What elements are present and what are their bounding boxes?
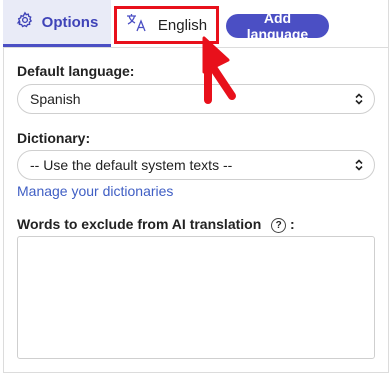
dictionary-value: -- Use the default system texts --: [30, 157, 233, 173]
exclude-words-text: Words to exclude from AI translation: [17, 216, 262, 232]
manage-dictionaries-link[interactable]: Manage your dictionaries: [17, 183, 173, 199]
default-language-value: Spanish: [30, 91, 81, 107]
dictionary-select[interactable]: -- Use the default system texts --: [17, 150, 375, 180]
select-arrows-icon: [355, 159, 363, 171]
help-icon[interactable]: ?: [271, 218, 287, 233]
red-arrow-annotation: [202, 36, 236, 104]
tab-options-label: Options: [41, 13, 99, 31]
tab-options[interactable]: Options: [3, 0, 111, 47]
exclude-words-label: Words to exclude from AI translation ? :: [17, 216, 295, 233]
exclude-words-colon: :: [290, 216, 295, 232]
translate-icon: [126, 13, 148, 38]
exclude-words-textarea[interactable]: [17, 236, 375, 359]
default-language-label: Default language:: [17, 63, 135, 79]
select-arrows-icon: [355, 93, 363, 105]
tab-english-label: English: [157, 16, 208, 34]
gear-icon: [16, 11, 34, 34]
dictionary-label: Dictionary:: [17, 130, 91, 146]
